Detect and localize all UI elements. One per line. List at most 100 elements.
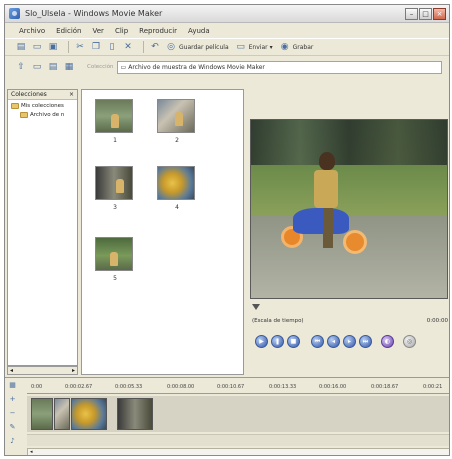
send-label: Enviar [248,43,268,51]
audio-track[interactable] [27,434,449,446]
timeline-clip[interactable] [71,398,107,430]
timeline-clip[interactable] [117,398,153,430]
menu-edicion[interactable]: Edición [56,27,81,35]
minimize-button[interactable]: – [405,8,418,20]
figure-shape [111,114,119,128]
snapshot-icon[interactable]: ◎ [403,335,416,348]
collection-value: Archivo de muestra de Windows Movie Make… [128,63,265,71]
timeline-tools: ▦ + − ✎ ♪ [8,381,18,446]
save-icon[interactable]: ▣ [47,41,59,53]
cut-icon[interactable]: ✂ [74,41,86,53]
video-monitor [250,119,448,299]
record-icon: ◉ [280,42,289,52]
timeline-clip[interactable] [54,398,70,430]
split-clip-icon[interactable]: ◐ [381,335,394,348]
ruler-tick: 0:00:05.33 [115,384,143,390]
scroll-right-icon[interactable]: ▸ [72,367,75,374]
record-button[interactable]: ◉ Grabar [279,41,314,53]
clip-item[interactable]: 5 [95,237,135,282]
menu-archivo[interactable]: Archivo [19,27,45,35]
menu-clip[interactable]: Clip [115,27,128,35]
collections-icon[interactable]: ▤ [47,61,59,73]
pause-icon[interactable]: ❚ [271,335,284,348]
save-movie-label: Guardar película [179,43,229,51]
timeline-ruler[interactable]: 0:00 0:00:02.67 0:00:05.33 0:00:08.00 0:… [27,382,449,394]
collections-scrollbar[interactable]: ◂ ▸ [7,366,78,375]
clip-item[interactable]: 4 [157,166,197,211]
ruler-tick: 0:00:13.33 [269,384,297,390]
tree-item-label: Archivo de n [30,112,65,118]
video-track[interactable] [27,396,449,432]
scroll-left-icon[interactable]: ◂ [10,367,13,374]
close-button[interactable]: × [433,8,446,20]
zoom-out-icon[interactable]: − [8,409,17,418]
open-folder-icon[interactable]: ▭ [31,41,43,53]
previous-frame-icon[interactable]: ◂ [327,335,340,348]
timeline: ▦ + − ✎ ♪ 0:00 0:00:02.67 0:00:05.33 0:0… [5,377,449,455]
audio-levels-icon[interactable]: ♪ [8,437,17,446]
folder-icon: ▭ [120,63,127,71]
narrate-icon[interactable]: ✎ [8,423,17,432]
clip-label: 5 [113,275,117,282]
rewind-start-icon[interactable]: ⏮ [311,335,324,348]
close-icon[interactable]: × [69,90,74,100]
scroll-left-icon[interactable]: ◂ [30,449,33,455]
tree-item-sample-archive[interactable]: Archivo de n [8,112,77,118]
paste-icon[interactable]: ▯ [106,41,118,53]
play-icon[interactable]: ▶ [255,335,268,348]
title-bar[interactable]: Slo_Ulsela - Windows Movie Maker – □ × [5,5,449,23]
child-body [314,170,338,208]
undo-icon[interactable]: ↶ [149,41,161,53]
seek-slider-icon[interactable] [252,304,260,310]
child-head [319,152,335,170]
ruler-tick: 0:00:16.00 [319,384,347,390]
clip-label: 4 [175,204,179,211]
view-icon[interactable]: ▦ [63,61,75,73]
clip-item[interactable]: 3 [95,166,135,211]
send-button[interactable]: ▭ Enviar ▾ [235,41,273,53]
send-icon: ▭ [236,42,245,52]
clip-item[interactable]: 2 [157,99,197,144]
clip-item[interactable]: 1 [95,99,135,144]
figure-shape [116,179,124,193]
record-label: Grabar [292,43,314,51]
folder-icon [11,103,19,109]
movie-maker-window: Slo_Ulsela - Windows Movie Maker – □ × A… [4,4,450,456]
ruler-tick: 0:00:02.67 [65,384,93,390]
folder-icon[interactable]: ▭ [31,61,43,73]
collection-label: Colección [87,64,114,70]
maximize-button[interactable]: □ [419,8,432,20]
save-movie-button[interactable]: ◎ Guardar película [165,41,229,53]
child-leg [323,206,333,248]
ruler-tick: 0:00:21 [423,384,443,390]
up-folder-icon[interactable]: ⇧ [15,61,27,73]
collections-pane: Colecciones × Mis colecciones Archivo de… [7,89,78,366]
playback-controls: ▶ ❚ ■ ⏮ ◂ ▸ ⏭ ◐ ◎ [255,335,416,348]
preview-time-row: (Escala de tiempo) 0:00:00 [252,318,448,324]
tree-item-label: Mis colecciones [21,103,64,109]
timeline-scrollbar[interactable]: ◂ [27,448,449,455]
video-trees [251,120,447,165]
menu-ayuda[interactable]: Ayuda [188,27,210,35]
forward-end-icon[interactable]: ⏭ [359,335,372,348]
tree-item-my-collections[interactable]: Mis colecciones [8,103,77,109]
clip-thumbnail [157,99,195,133]
ruler-tick: 0:00 [31,384,43,390]
app-icon [9,8,20,19]
clip-label: 3 [113,204,117,211]
stop-icon[interactable]: ■ [287,335,300,348]
zoom-in-icon[interactable]: + [8,395,17,404]
delete-icon[interactable]: ✕ [122,41,134,53]
menu-reproducir[interactable]: Reproducir [139,27,177,35]
chevron-down-icon: ▾ [269,43,273,51]
menu-ver[interactable]: Ver [93,27,104,35]
new-document-icon[interactable]: ▤ [15,41,27,53]
collections-header: Colecciones × [8,90,77,100]
storyboard-icon[interactable]: ▦ [8,381,17,390]
collection-select[interactable]: ▭ Archivo de muestra de Windows Movie Ma… [116,60,442,74]
timeline-clip[interactable] [31,398,53,430]
next-frame-icon[interactable]: ▸ [343,335,356,348]
timescale-label: (Escala de tiempo) [252,318,304,324]
copy-icon[interactable]: ❐ [90,41,102,53]
clip-thumbnail [95,166,133,200]
